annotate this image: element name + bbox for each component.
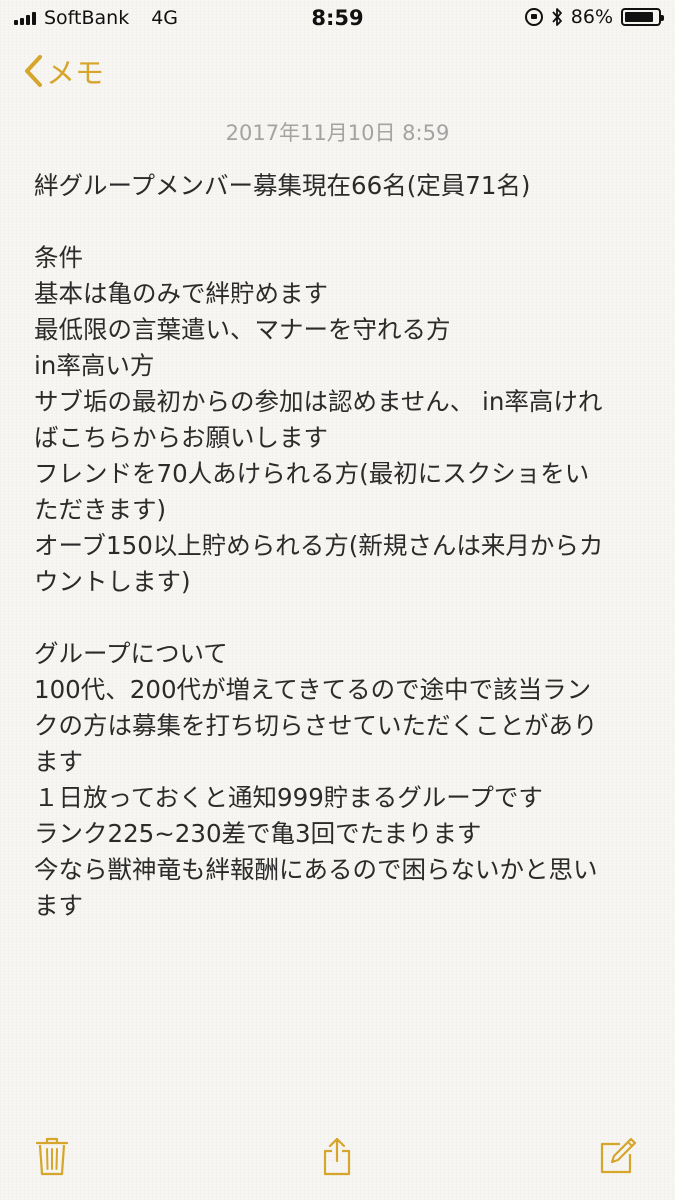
bluetooth-icon [551, 7, 563, 27]
bottom-toolbar [0, 1110, 675, 1200]
battery-icon [621, 8, 664, 26]
note-line: 絆グループメンバー募集現在66名(定員71名) [34, 171, 531, 200]
battery-percentage: 86% [570, 6, 613, 28]
note-line: 条件 [34, 243, 83, 272]
note-line: １日放っておくと通知999貯まるグループです [34, 783, 543, 812]
share-icon [321, 1136, 353, 1176]
note-body[interactable]: 絆グループメンバー募集現在66名(定員71名) 条件 基本は亀のみで絆貯めます … [34, 168, 644, 924]
compose-icon [598, 1136, 638, 1176]
note-line: フレンドを70人あけられる方(最初にスクショをい [34, 459, 590, 488]
note-line: クの方は募集を打ち切らさせていただくことがあり [34, 711, 598, 740]
note-line: ランク225~230差で亀3回でたまります [34, 819, 482, 848]
delete-button[interactable] [30, 1134, 74, 1178]
back-button[interactable]: メモ [22, 50, 104, 92]
orientation-lock-icon [524, 8, 543, 26]
share-button[interactable] [315, 1134, 359, 1178]
trash-icon [35, 1136, 69, 1176]
status-bar: SoftBank 4G 8:59 86% [0, 0, 675, 40]
chevron-left-icon [22, 53, 44, 89]
note-date: 2017年11月10日 8:59 [225, 121, 450, 145]
note-line: サブ垢の最初からの参加は認めません、 in率高けれ [34, 387, 603, 416]
note-line: 今なら獣神竜も絆報酬にあるので困らないかと思い [34, 855, 598, 884]
note-line: ます [34, 747, 83, 776]
note-line: ばこちらからお願いします [34, 423, 328, 452]
note-line: 100代、200代が増えてきてるので途中で該当ラン [34, 675, 592, 704]
status-right: 86% [524, 6, 664, 28]
note-line: 最低限の言葉遣い、マナーを守れる方 [34, 315, 451, 344]
compose-button[interactable] [596, 1134, 640, 1178]
battery-level-fill [625, 12, 653, 22]
note-line: ただきます) [34, 495, 167, 524]
note-line: in率高い方 [34, 351, 155, 380]
note-line [34, 204, 644, 240]
note-line: 基本は亀のみで絆貯めます [34, 279, 328, 308]
back-button-label: メモ [46, 56, 105, 90]
note-line [34, 600, 644, 636]
note-line: ます [34, 891, 83, 920]
note-line: オーブ150以上貯められる方(新規さんは来月からカ [34, 531, 604, 560]
note-line: ウントします) [34, 567, 191, 596]
note-line: グループについて [34, 639, 228, 668]
